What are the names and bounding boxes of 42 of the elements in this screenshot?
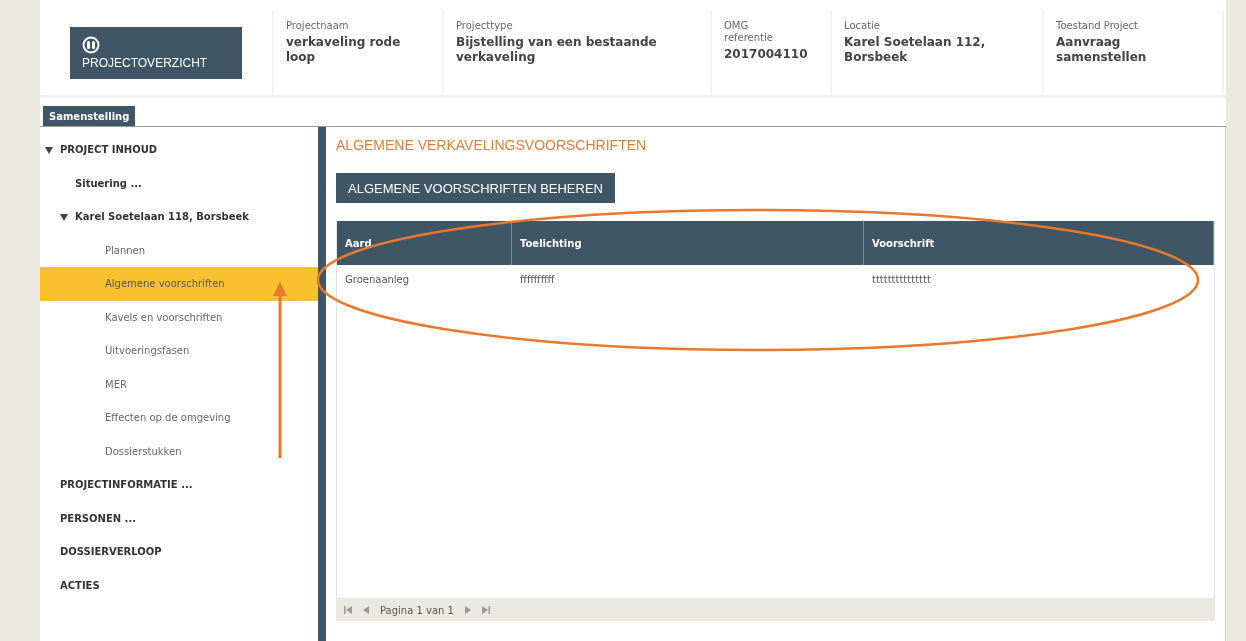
column-header[interactable]: Aard <box>337 221 512 265</box>
last-page-icon[interactable] <box>481 606 490 614</box>
expanded-triangle-icon[interactable] <box>60 212 68 221</box>
column-header[interactable]: Toelichting <box>512 221 864 265</box>
field-label: Locatie <box>844 20 881 32</box>
tree-item[interactable]: PROJECTINFORMATIE ... <box>40 468 318 502</box>
field-value: Bijstelling van een bestaande verkaveling <box>456 35 658 65</box>
tree-item[interactable]: Effecten op de omgeving <box>40 401 318 435</box>
tree-item[interactable]: Kavels en voorschriften <box>40 300 318 334</box>
field-value: Karel Soetelaan 112, Borsbeek <box>844 35 987 65</box>
tree-item[interactable]: Plannen <box>40 233 318 267</box>
field-label: Toestand Project <box>1056 20 1140 32</box>
tree-item[interactable]: ACTIES <box>40 568 318 602</box>
logo-icon <box>82 35 100 54</box>
tree-item[interactable]: PERSONEN ... <box>40 501 318 535</box>
table-cell-text: Groenaanleg <box>344 272 411 287</box>
projectoverzicht-button[interactable]: PROJECTOVERZICHT <box>70 26 242 79</box>
tab[interactable]: Samenstelling <box>43 106 136 126</box>
manage-button[interactable]: ALGEMENE VOORSCHRIFTEN BEHEREN <box>336 173 615 203</box>
tree-item[interactable]: Uitvoeringsfasen <box>40 334 318 368</box>
tree-item[interactable]: MER <box>40 367 318 401</box>
field-value: verkaveling rode loop <box>286 35 402 65</box>
table-cell-text: ttttttttttttttt <box>871 272 932 287</box>
field-label: OMG referentie <box>724 20 774 44</box>
field-label: Projecttype <box>456 20 514 32</box>
next-page-icon[interactable] <box>463 606 472 614</box>
tree-item[interactable]: Dossierstukken <box>40 434 318 468</box>
field-value: 2017004110 <box>724 47 809 62</box>
tree-item[interactable]: DOSSIERVERLOOP <box>40 535 318 569</box>
expanded-triangle-icon[interactable] <box>45 145 53 154</box>
tree-item[interactable]: Situering ... <box>40 166 318 200</box>
tree-item[interactable]: Karel Soetelaan 118, Borsbeek <box>40 200 318 234</box>
tree-item[interactable]: PROJECT INHOUD <box>40 133 318 167</box>
field-label: Projectnaam <box>286 20 350 32</box>
field-value: Aanvraag samenstellen <box>1056 35 1148 65</box>
table-cell-text: ffffffffff <box>519 272 556 287</box>
column-header[interactable]: Voorschrift <box>864 221 1214 265</box>
previous-page-icon[interactable] <box>362 606 370 614</box>
first-page-icon[interactable] <box>344 606 352 614</box>
tree-item[interactable]: Algemene voorschriften <box>40 267 318 301</box>
page-indicator: Pagina 1 van 1 <box>380 604 454 616</box>
section-title: ALGEMENE VERKAVELINGSVOORSCHRIFTEN <box>336 137 648 153</box>
